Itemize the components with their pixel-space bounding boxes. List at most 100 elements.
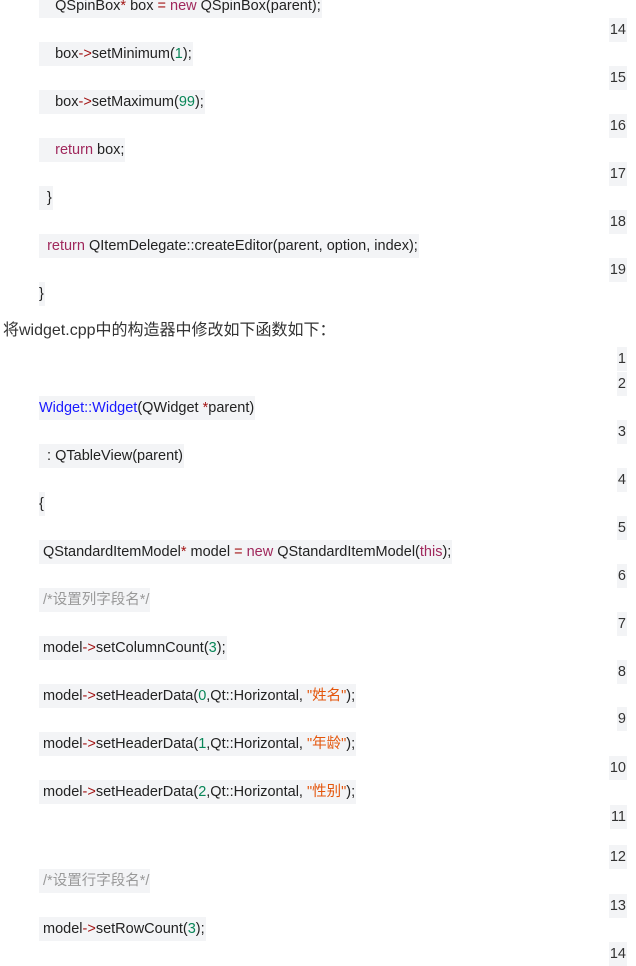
code-token: ); [442, 544, 452, 560]
code-token: 3 [187, 921, 196, 937]
code-token: ); [182, 46, 192, 62]
code-token: { [39, 496, 44, 512]
code-token: ); [346, 736, 356, 752]
code-token: } [39, 286, 44, 302]
line-number: 14 [608, 18, 627, 42]
line-number: 10 [608, 756, 627, 780]
line-number: 11 [609, 805, 627, 829]
code-token: -> [82, 784, 96, 800]
code-token: box [126, 0, 158, 14]
code-token: return [55, 142, 94, 158]
code-line: } [39, 282, 45, 306]
code-token: setColumnCount( [95, 640, 209, 656]
code-line: } [39, 186, 53, 210]
code-token: ); [216, 640, 226, 656]
line-number: 16 [608, 114, 627, 138]
code-line: { [39, 492, 45, 516]
line-number: 7 [616, 612, 627, 636]
code-token: new [170, 0, 197, 14]
code-line: model->setColumnCount(3); [39, 636, 227, 660]
code-token: -> [82, 736, 96, 752]
code-token: setMinimum( [91, 46, 175, 62]
line-number: 17 [608, 162, 627, 186]
code-token: model [39, 736, 83, 752]
code-token: 1 [174, 46, 183, 62]
code-token: QItemDelegate::createEditor(parent, opti… [84, 238, 418, 254]
code-token: ,Qt::Horizontal, [206, 688, 307, 704]
line-number: 19 [608, 258, 627, 282]
code-line: box->setMaximum(99); [39, 90, 205, 114]
code-token: QStandardItemModel( [273, 544, 420, 560]
code-token: /*设置行字段名*/ [43, 873, 150, 889]
code-token: (QWidget [137, 400, 203, 416]
code-token: box [39, 94, 79, 110]
code-line: model->setRowCount(3); [39, 917, 206, 941]
code-token: ); [346, 688, 356, 704]
code-token: box; [93, 142, 125, 158]
line-number: 1 [616, 347, 627, 371]
code-token: } [39, 190, 52, 206]
code-token: model [39, 921, 83, 937]
code-line: return QItemDelegate::createEditor(paren… [39, 234, 419, 258]
code-token: QSpinBox [39, 0, 121, 14]
code-token: -> [82, 921, 96, 937]
line-number: 4 [616, 468, 627, 492]
code-token: 3 [208, 640, 217, 656]
code-token: 99 [178, 94, 195, 110]
code-token: model [186, 544, 235, 560]
line-number: 3 [616, 420, 627, 444]
code-token: -> [78, 94, 92, 110]
code-token: -> [82, 640, 96, 656]
code-token: ,Qt::Horizontal, [206, 736, 307, 752]
code-line: model->setHeaderData(1,Qt::Horizontal, "… [39, 732, 357, 756]
code-token: ,Qt::Horizontal, [206, 784, 307, 800]
code-line: model->setHeaderData(2,Qt::Horizontal, "… [39, 780, 357, 804]
code-token: /*设置列字段名*/ [43, 592, 150, 608]
code-token: -> [78, 46, 92, 62]
code-token: "年龄" [307, 736, 347, 752]
line-number: 14 [608, 942, 627, 966]
code-token: return [47, 238, 85, 254]
code-line: return box; [39, 138, 126, 162]
code-token: model [39, 640, 83, 656]
line-number: 13 [608, 894, 627, 918]
code-line: /*设置列字段名*/ [39, 588, 151, 612]
code-token: Widget::Widget [39, 400, 138, 416]
code-token: ); [346, 784, 356, 800]
line-number: 18 [608, 210, 627, 234]
line-number: 5 [616, 516, 627, 540]
code-token: setMaximum( [91, 94, 179, 110]
line-number: 6 [616, 564, 627, 588]
line-number: 2 [616, 372, 627, 396]
code-token: : QTableView(parent) [39, 448, 183, 464]
code-token: setHeaderData( [95, 736, 199, 752]
code-line: model->setHeaderData(0,Qt::Horizontal, "… [39, 684, 357, 708]
code-token: "姓名" [307, 688, 347, 704]
code-token: box [39, 46, 79, 62]
line-number: 9 [616, 707, 627, 731]
line-number: 15 [608, 66, 627, 90]
code-token: setHeaderData( [95, 784, 199, 800]
code-token: new [246, 544, 274, 560]
code-token: QStandardItemModel [39, 544, 181, 560]
code-token: QSpinBox(parent); [196, 0, 321, 14]
line-number: 12 [608, 845, 627, 869]
code-token: parent) [208, 400, 255, 416]
code-token: "性别" [307, 784, 347, 800]
code-line: /*设置行字段名*/ [39, 869, 151, 893]
code-token: = [234, 544, 243, 560]
code-token: = [157, 0, 166, 14]
code-token: ); [194, 94, 204, 110]
code-token: setRowCount( [95, 921, 188, 937]
code-token: ); [195, 921, 205, 937]
code-line: QSpinBox* box = new QSpinBox(parent); [39, 0, 322, 18]
code-token: model [39, 688, 83, 704]
code-line: Widget::Widget(QWidget *parent) [39, 396, 256, 420]
line-number: 8 [616, 660, 627, 684]
code-token: setHeaderData( [95, 688, 199, 704]
code-line: QStandardItemModel* model = new QStandar… [39, 540, 453, 564]
code-line: : QTableView(parent) [39, 444, 184, 468]
paragraph-heading: 将widget.cpp中的构造器中修改如下函数如下： [3, 322, 336, 339]
